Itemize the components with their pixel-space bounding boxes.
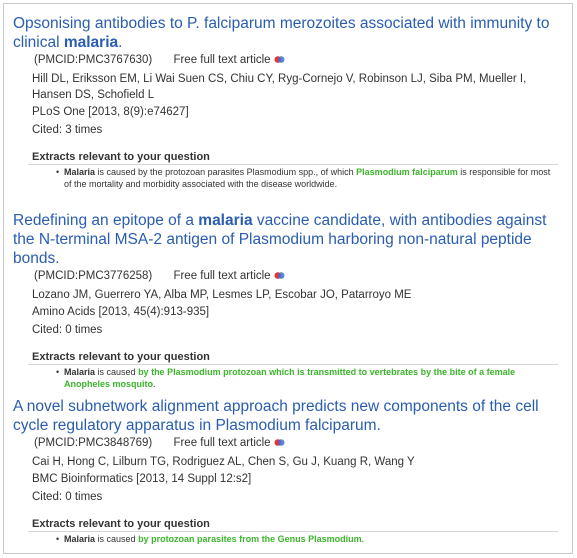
pmcid: (PMCID:PMC3767630) [34,54,153,66]
authors: Cai H, Hong C, Lilburn TG, Rodriguez AL,… [32,456,415,468]
divider [28,364,558,365]
extracts-list: Malaria is caused by protozoan parasites… [56,533,558,545]
result-item: Opsonising antibodies to P. falciparum m… [4,14,572,190]
authors: Hill DL, Eriksson EM, Li Wai Suen CS, Ch… [32,73,527,101]
divider [28,531,558,532]
extracts-heading: Extracts relevant to your question [32,351,210,363]
cited-count: Cited: 3 times [32,124,103,136]
open-access-icon [274,437,285,454]
pmcid-line: (PMCID:PMC3767630) Free full text articl… [34,52,572,71]
divider [28,164,558,165]
pmcid-line: (PMCID:PMC3848769) Free full text articl… [34,435,572,454]
extracts-list: Malaria is caused by the protozoan paras… [56,166,558,190]
free-full-text-link[interactable]: Free full text article [173,54,285,66]
result-title-link[interactable]: Opsonising antibodies to P. falciparum m… [13,14,564,52]
cited-count: Cited: 0 times [32,491,103,503]
journal-citation: Amino Acids [2013, 45(4):913-935] [32,306,210,318]
result-title-link[interactable]: Redefining an epitope of a malaria vacci… [13,211,564,268]
result-item: A novel subnetwork alignment approach pr… [4,397,572,545]
free-full-text-link[interactable]: Free full text article [173,270,285,282]
journal-citation: BMC Bioinformatics [2013, 14 Suppl 12:s2… [32,473,252,485]
pmcid-line: (PMCID:PMC3776258) Free full text articl… [34,268,572,287]
extracts-heading: Extracts relevant to your question [32,518,210,530]
open-access-icon [274,54,285,71]
free-full-text-link[interactable]: Free full text article [173,437,285,449]
extracts-list: Malaria is caused by the Plasmodium prot… [56,366,558,390]
cited-count: Cited: 0 times [32,324,103,336]
extract-item: Malaria is caused by protozoan parasites… [56,533,558,545]
open-access-icon [274,270,285,287]
result-title-link[interactable]: A novel subnetwork alignment approach pr… [13,397,564,435]
extracts-heading: Extracts relevant to your question [32,151,210,163]
pmcid: (PMCID:PMC3848769) [34,437,153,449]
journal-citation: PLoS One [2013, 8(9):e74627] [32,106,189,118]
extract-item: Malaria is caused by the Plasmodium prot… [56,366,558,390]
extract-item: Malaria is caused by the protozoan paras… [56,166,558,190]
result-item: Redefining an epitope of a malaria vacci… [4,211,572,390]
pmcid: (PMCID:PMC3776258) [34,270,153,282]
search-results-panel: Opsonising antibodies to P. falciparum m… [3,3,573,554]
authors: Lozano JM, Guerrero YA, Alba MP, Lesmes … [32,289,412,301]
